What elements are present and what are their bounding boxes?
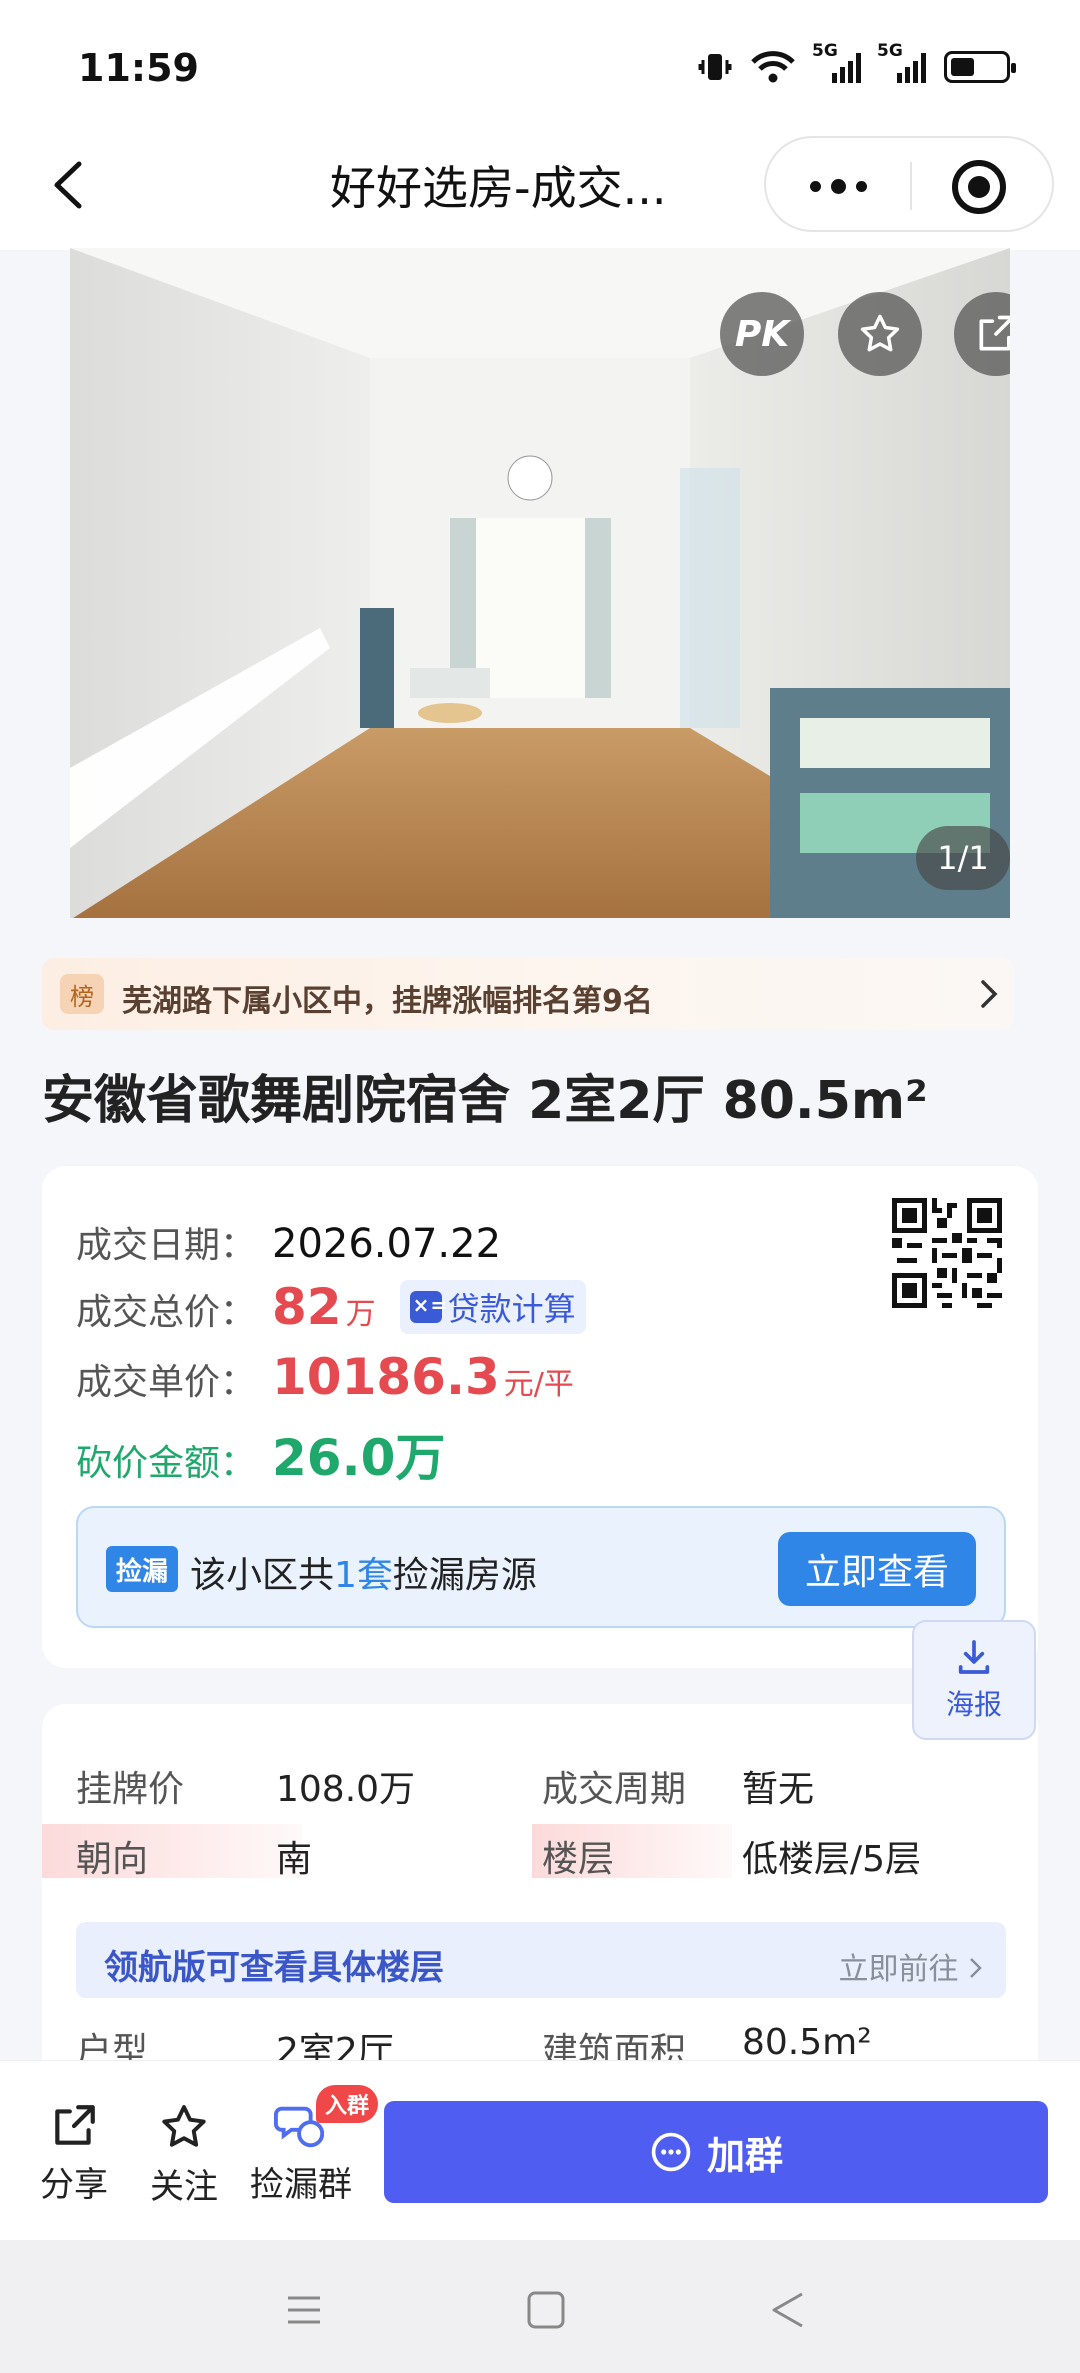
chat-icon: [651, 2132, 691, 2172]
close-miniprogram-icon[interactable]: [952, 160, 1006, 214]
bottom-action-bar: 分享 关注 捡漏群 入群 加群: [0, 2060, 1080, 2240]
system-navigation-bar: [0, 2240, 1080, 2373]
join-group-label: 加群: [706, 2133, 783, 2178]
list-price-value: 108.0万: [276, 1769, 416, 1810]
go-now-link[interactable]: 立即前往: [838, 1944, 984, 1988]
listing-title: 安徽省歌舞剧院宿舍 2室2厅 80.5m²: [42, 1071, 928, 1131]
signal-icon-1: 5G: [812, 41, 861, 83]
total-price-unit: 万: [345, 1297, 376, 1332]
deal-date-row: 成交日期： 2026.07.22: [76, 1216, 501, 1268]
bargain-value: 26.0万: [272, 1429, 446, 1487]
page-title: 好好选房-成交...: [330, 161, 667, 215]
follow-label: 关注: [150, 2167, 218, 2207]
chevron-right-icon: [970, 1958, 982, 1978]
calculator-icon: [409, 1291, 448, 1323]
total-price-row: 成交总价： 82 万 贷款计算: [76, 1278, 586, 1336]
download-icon: [958, 1640, 990, 1674]
orientation-label: 朝向: [76, 1839, 149, 1880]
share-icon: [55, 2105, 95, 2145]
menu-icon[interactable]: [274, 2280, 334, 2340]
floor-label: 楼层: [542, 1839, 615, 1880]
premium-floor-text: 领航版可查看具体楼层: [104, 1948, 444, 1988]
leak-tag: 捡漏: [106, 1546, 178, 1592]
deal-cycle-label: 成交周期: [542, 1769, 687, 1810]
status-time: 11:59: [78, 46, 199, 90]
deal-date-value: 2026.07.22: [272, 1221, 502, 1267]
bargain-label: 砍价金额：: [76, 1443, 257, 1484]
nav-bar: 好好选房-成交...: [0, 130, 1080, 250]
list-price-label: 挂牌价: [76, 1769, 185, 1810]
leak-text: 该小区共1套捡漏房源: [190, 1555, 537, 1596]
deal-date-label: 成交日期：: [76, 1225, 257, 1266]
photo-counter: 1/1: [916, 826, 1010, 890]
back-nav-icon[interactable]: [758, 2280, 818, 2340]
join-group-badge: 入群: [316, 2085, 378, 2123]
signal-icon-2: 5G: [877, 41, 926, 83]
area-value: 80.5m²: [742, 2022, 872, 2063]
loan-calculator-button[interactable]: 贷款计算: [399, 1280, 586, 1334]
favorite-button[interactable]: [838, 292, 922, 376]
leak-listing-banner: 捡漏 该小区共1套捡漏房源 立即查看: [76, 1506, 1006, 1628]
star-icon: [860, 314, 900, 352]
miniprogram-capsule: [764, 136, 1054, 232]
poster-label: 海报: [945, 1688, 1002, 1721]
more-icon[interactable]: [796, 156, 880, 216]
view-now-button[interactable]: 立即查看: [778, 1532, 976, 1606]
chevron-right-icon: [981, 980, 998, 1008]
deal-card: 成交日期： 2026.07.22 成交总价： 82 万 贷款计算 成交单价： 1…: [42, 1166, 1038, 1668]
unit-price-label: 成交单价：: [76, 1362, 257, 1403]
status-bar: 11:59 5G 5G: [0, 0, 1080, 130]
floor-value: 低楼层/5层: [742, 1839, 922, 1880]
total-price-value: 82: [272, 1278, 342, 1336]
battery-icon: [944, 51, 1016, 83]
unit-price-row: 成交单价： 10186.3 元/平: [76, 1348, 574, 1406]
qr-code-icon[interactable]: [892, 1198, 1002, 1308]
join-group-button[interactable]: 加群: [384, 2101, 1048, 2203]
share-icon: [979, 315, 1010, 351]
orientation-value: 南: [276, 1839, 313, 1880]
leak-count: 1套: [334, 1555, 393, 1596]
share-label: 分享: [40, 2165, 108, 2205]
leak-group-label: 捡漏群: [250, 2165, 352, 2205]
poster-button[interactable]: 海报: [912, 1620, 1036, 1740]
star-icon: [162, 2105, 206, 2147]
details-card: 挂牌价 108.0万 成交周期 暂无 朝向 南 楼层 低楼层/5层 领航版可查看…: [42, 1704, 1038, 2104]
follow-button[interactable]: 关注: [150, 2101, 218, 2208]
content-panel: 榜 芜湖路下属小区中，挂牌涨幅排名第9名 安徽省歌舞剧院宿舍 2室2厅 80.5…: [0, 918, 1080, 2104]
back-icon[interactable]: [38, 155, 98, 215]
wifi-icon: [751, 51, 795, 83]
bargain-row: 砍价金额： 26.0万: [76, 1418, 445, 1490]
pk-compare-button[interactable]: PK: [720, 292, 804, 376]
ranking-text: 芜湖路下属小区中，挂牌涨幅排名第9名: [122, 984, 653, 1019]
loan-calculator-label: 贷款计算: [447, 1290, 576, 1328]
unit-price-value: 10186.3: [272, 1348, 500, 1406]
ranking-banner[interactable]: 榜 芜湖路下属小区中，挂牌涨幅排名第9名: [42, 958, 1014, 1030]
house-photo[interactable]: PK 1/1: [70, 248, 1010, 920]
ranking-badge: 榜: [60, 974, 104, 1014]
home-icon[interactable]: [516, 2280, 576, 2340]
unit-price-unit: 元/平: [503, 1367, 574, 1402]
status-icons: 5G 5G: [698, 41, 1016, 84]
vibrate-icon: [698, 54, 732, 80]
deal-cycle-value: 暂无: [742, 1769, 815, 1810]
share-button[interactable]: 分享: [40, 2101, 108, 2206]
total-price-label: 成交总价：: [76, 1292, 257, 1333]
premium-floor-banner[interactable]: 领航版可查看具体楼层 立即前往: [76, 1922, 1006, 1998]
